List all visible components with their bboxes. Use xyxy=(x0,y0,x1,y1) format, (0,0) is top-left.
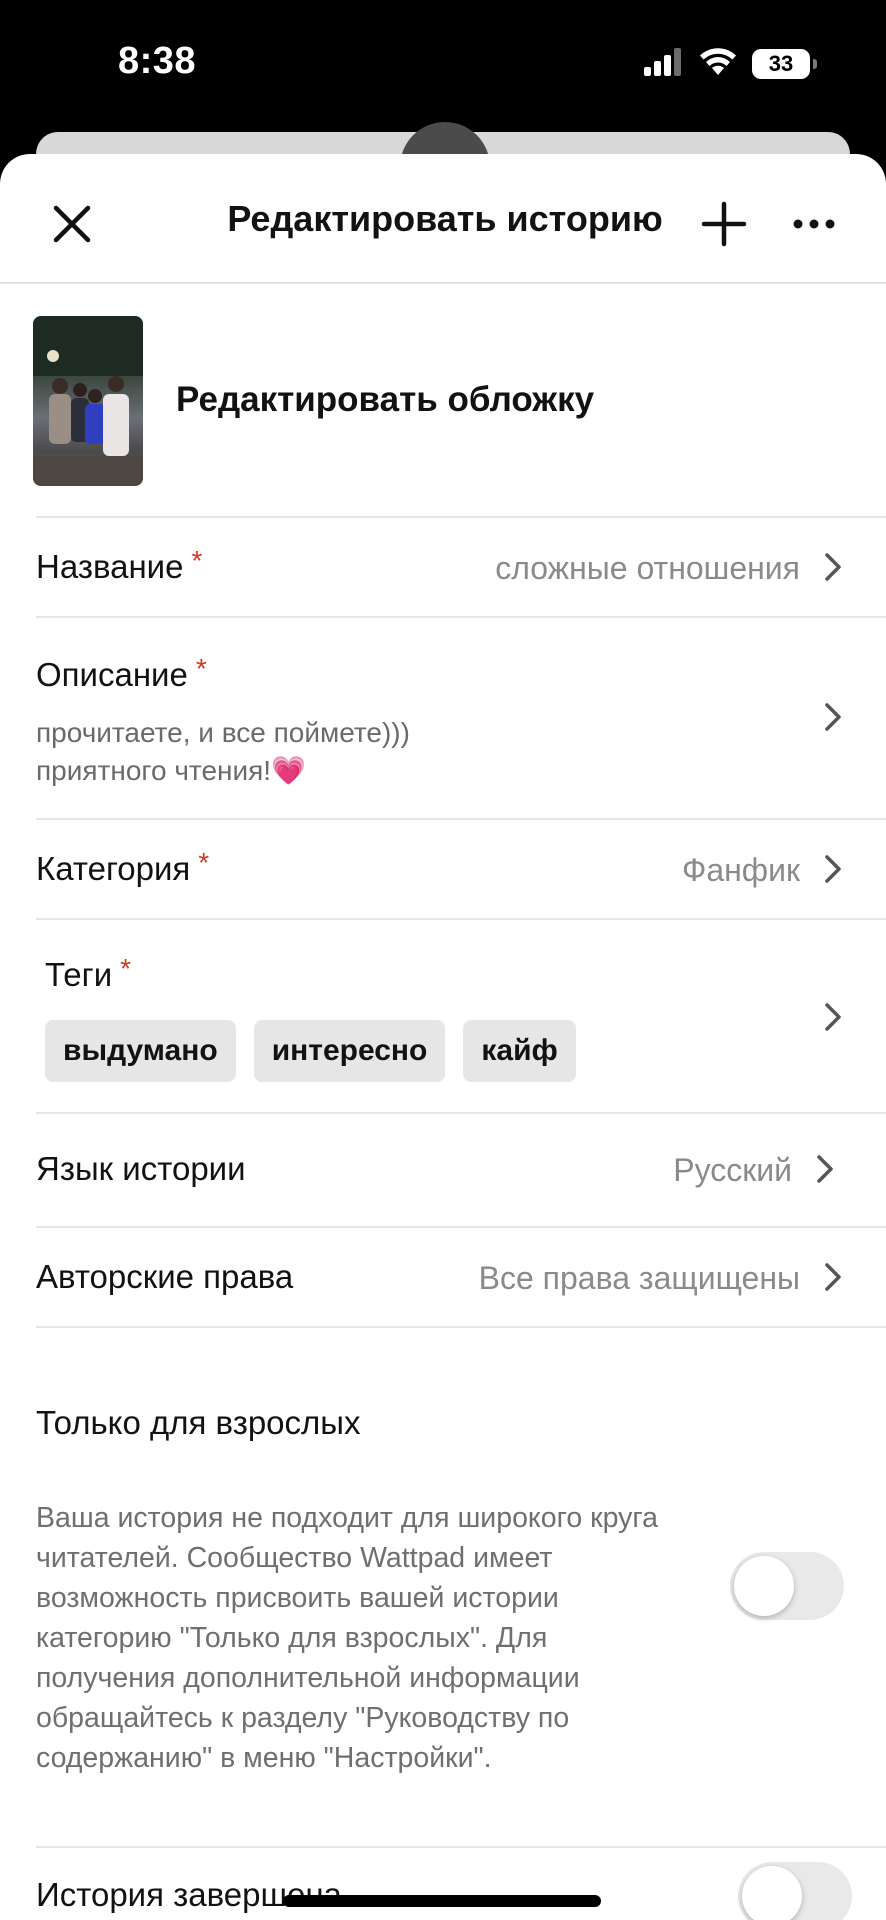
language-value: Русский xyxy=(673,1152,792,1188)
chevron-right-icon xyxy=(825,1003,841,1031)
description-label: Описание * xyxy=(36,653,207,694)
close-button[interactable] xyxy=(44,196,100,252)
completed-toggle[interactable] xyxy=(738,1862,852,1920)
title-value: сложные отношения xyxy=(495,550,800,586)
battery-cap xyxy=(813,59,817,69)
mature-toggle[interactable] xyxy=(730,1552,844,1620)
language-label: Язык истории xyxy=(36,1150,246,1187)
toggle-knob xyxy=(734,1556,794,1616)
copyright-label: Авторские права xyxy=(36,1258,294,1295)
chevron-right-icon xyxy=(825,855,841,883)
page-title: Редактировать историю xyxy=(227,198,663,239)
tags-label: Теги * xyxy=(45,953,132,994)
tag-chip: выдумано xyxy=(45,1020,236,1082)
battery-percent: 33 xyxy=(768,51,794,76)
more-horizontal-icon xyxy=(793,219,835,229)
category-label: Категория * xyxy=(36,847,210,888)
required-mark: * xyxy=(195,653,207,684)
required-mark: * xyxy=(120,953,132,984)
plus-icon xyxy=(701,201,747,247)
description-row[interactable]: Описание * прочитаете, и все поймете))) п… xyxy=(36,618,850,818)
divider xyxy=(36,1326,886,1328)
description-line-2: приятного чтения!💗 xyxy=(36,755,306,786)
tags-row[interactable]: Теги * выдумано интересно кайф xyxy=(36,920,850,1112)
copyright-row[interactable]: Авторские права Все права защищены xyxy=(36,1228,850,1326)
title-label-text: Название xyxy=(36,548,184,585)
copyright-value: Все права защищены xyxy=(478,1260,800,1296)
category-value: Фанфик xyxy=(682,852,800,888)
divider xyxy=(36,1846,886,1848)
required-mark: * xyxy=(198,847,210,878)
signal-icon xyxy=(644,47,684,81)
close-icon xyxy=(53,205,91,243)
category-row[interactable]: Категория * Фанфик xyxy=(36,820,850,918)
description-line-1: прочитаете, и все поймете))) xyxy=(36,717,410,748)
toggle-knob xyxy=(742,1866,802,1920)
category-label-text: Категория xyxy=(36,850,191,887)
mature-title: Только для взрослых xyxy=(36,1404,361,1441)
title-row[interactable]: Название * сложные отношения xyxy=(36,518,850,616)
chevron-right-icon xyxy=(825,1263,841,1291)
status-bar: 8:38 33 xyxy=(0,0,886,128)
edit-cover-row[interactable]: Редактировать обложку xyxy=(0,284,886,516)
nav-header: Редактировать историю xyxy=(0,154,886,284)
status-indicators: 33 xyxy=(644,46,817,82)
edit-story-sheet: Редактировать историю Редактировать обло… xyxy=(0,154,886,1920)
battery-icon: 33 xyxy=(752,49,817,79)
language-row[interactable]: Язык истории Русский xyxy=(36,1114,850,1226)
tag-list: выдумано интересно кайф xyxy=(45,1020,576,1082)
tag-chip: кайф xyxy=(463,1020,576,1082)
edit-cover-label: Редактировать обложку xyxy=(176,380,595,419)
title-label: Название * xyxy=(36,545,203,586)
chevron-right-icon xyxy=(825,703,841,731)
mature-description: Ваша история не подходит для широкого кр… xyxy=(36,1502,658,1774)
tag-chip: интересно xyxy=(253,1020,446,1082)
chevron-right-icon xyxy=(817,1155,833,1183)
cover-image xyxy=(33,316,143,486)
chevron-right-icon xyxy=(825,553,841,581)
description-label-text: Описание xyxy=(36,656,188,693)
tags-label-text: Теги xyxy=(45,956,113,993)
status-time: 8:38 xyxy=(118,40,197,82)
home-indicator xyxy=(283,1895,601,1907)
wifi-icon xyxy=(698,47,738,82)
add-part-button[interactable] xyxy=(696,196,752,252)
more-options-button[interactable] xyxy=(786,196,842,252)
required-mark: * xyxy=(191,545,203,576)
